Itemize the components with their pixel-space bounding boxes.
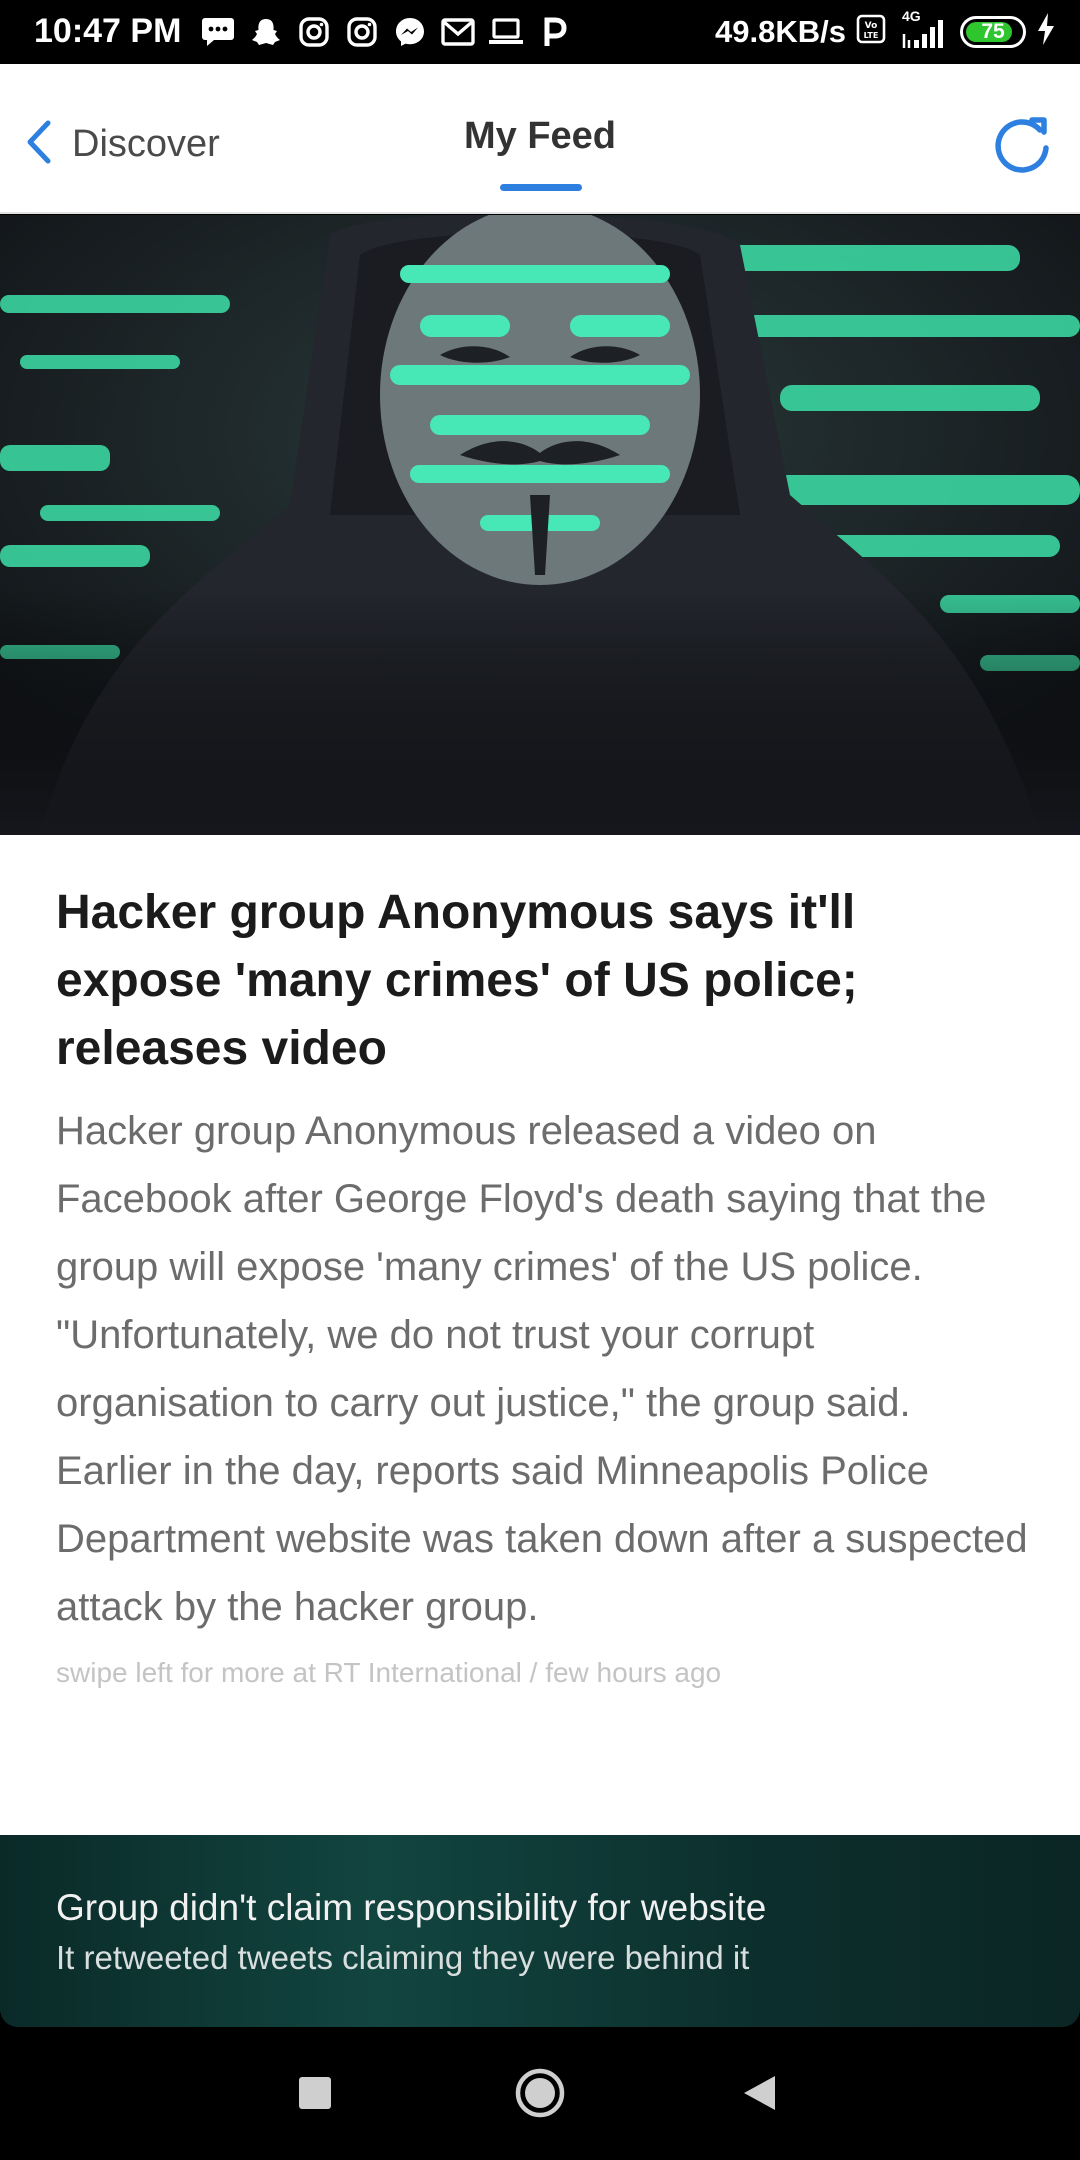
feed-header: Discover My Feed [0,64,1080,214]
laptop-icon [488,14,524,50]
instagram-icon [296,14,332,50]
back-label: Discover [72,122,220,165]
snapchat-icon [248,14,284,50]
instagram-icon [344,14,380,50]
status-bar: 10:47 PM 49.8KB/s Vo LTE 4G 75 [0,0,1080,64]
signal-icon: 4G [896,8,950,50]
related-story-subtitle: It retweeted tweets claiming they were b… [56,1939,750,1976]
volte-icon: Vo LTE [856,14,886,49]
message-icon [200,14,236,50]
tab-my-feed[interactable]: My Feed [420,114,660,191]
system-nav-bar [0,2027,1080,2160]
article-source-line[interactable]: swipe left for more at RT International … [56,1657,721,1689]
network-speed: 49.8KB/s [715,13,846,49]
tab-label: My Feed [463,115,617,157]
article-card[interactable]: Hacker group Anonymous says it'll expose… [0,835,1080,1835]
back-button[interactable] [730,2065,790,2125]
recents-square-icon [297,2075,333,2116]
chevron-left-icon [24,119,54,170]
article-headline: Hacker group Anonymous says it'll expose… [56,886,858,1075]
active-tab-indicator [500,184,582,191]
home-circle-icon [514,2067,566,2124]
article-image [0,215,1080,835]
related-story-card[interactable]: Group didn't claim responsibility for we… [0,1835,1080,2027]
back-to-discover-button[interactable]: Discover [24,114,220,174]
status-time: 10:47 PM [34,12,182,50]
svg-text:Vo: Vo [865,21,878,31]
p-icon [536,14,572,50]
svg-text:LTE: LTE [864,31,879,40]
related-story-title: Group didn't claim responsibility for we… [56,1887,767,1928]
status-right: 49.8KB/s Vo LTE 4G 75 [715,8,1056,51]
messenger-icon [392,14,428,50]
refresh-icon [990,117,1054,180]
refresh-button[interactable] [990,112,1054,176]
notification-icons [200,14,572,50]
battery-icon: 75 [960,15,1026,48]
recents-button[interactable] [285,2065,345,2125]
home-button[interactable] [510,2065,570,2125]
back-triangle-icon [740,2073,780,2118]
gmail-icon [440,14,476,50]
article-body: Hacker group Anonymous released a video … [56,1109,1028,1629]
charging-icon [1036,12,1056,51]
